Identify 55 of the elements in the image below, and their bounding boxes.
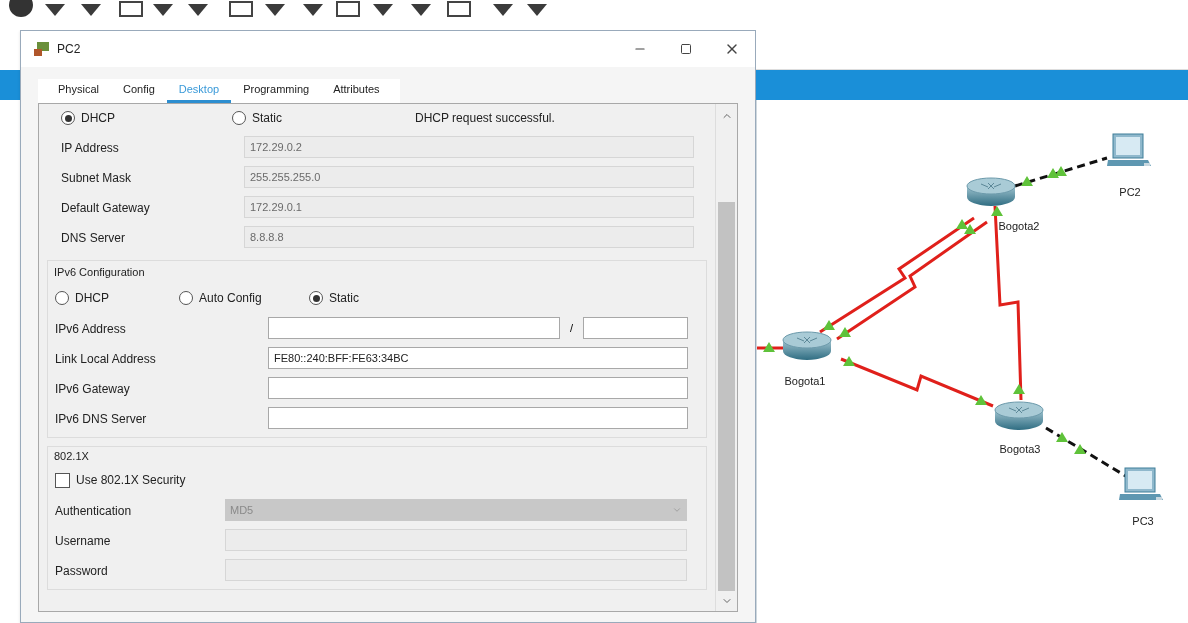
node-label: PC3	[1132, 514, 1154, 529]
field-label: Use 802.1X Security	[76, 472, 186, 489]
field-label: DNS Server	[61, 231, 125, 245]
serial-link	[757, 342, 783, 352]
field-label: Authentication	[55, 504, 132, 518]
caret-icon	[672, 505, 682, 515]
checkbox[interactable]	[55, 472, 70, 488]
node-label: Bogota2	[998, 219, 1040, 234]
tab[interactable]: Config	[110, 79, 167, 103]
input-field[interactable]	[268, 377, 688, 399]
field-label: Static	[329, 290, 359, 307]
field-label: IPv6 Gateway	[55, 382, 130, 396]
input-field[interactable]	[268, 407, 688, 429]
radio-button[interactable]	[309, 291, 323, 305]
field-label: IPv6 Address	[55, 322, 126, 336]
node-label: Bogota1	[784, 374, 826, 389]
field-label: Auto Config	[199, 290, 262, 307]
field-label: DHCP	[81, 110, 115, 127]
window-title: PC2	[57, 41, 81, 58]
node-label: Bogota3	[999, 442, 1041, 457]
field-label: Password	[55, 564, 108, 578]
maximize-icon	[680, 43, 692, 55]
toolbar-icon[interactable]	[118, 0, 144, 18]
radio-button[interactable]	[61, 111, 75, 125]
tab[interactable]: Physical	[46, 79, 111, 103]
input-field[interactable]: FE80::240:BFF:FE63:34BC	[268, 347, 688, 369]
field-label: Subnet Mask	[61, 171, 132, 185]
field-label: DHCP	[75, 290, 109, 307]
prefix-separator: /	[568, 320, 575, 336]
toolbar-icon[interactable]	[335, 0, 361, 18]
field-label: IPv6 DNS Server	[55, 412, 147, 426]
radio-button[interactable]	[179, 291, 193, 305]
field-label: IP Address	[61, 141, 119, 155]
toolbar-icon[interactable]	[446, 0, 472, 18]
input-field[interactable]	[583, 317, 688, 339]
field-label: Default Gateway	[61, 201, 150, 215]
router-icon	[782, 331, 832, 361]
node-label: PC2	[1119, 185, 1141, 200]
field-label: Static	[252, 110, 282, 127]
window-app-icon	[33, 41, 51, 57]
ribbon-bar	[0, 70, 20, 100]
toolbar-icon[interactable]	[228, 0, 254, 18]
field-label: Link Local Address	[55, 352, 156, 366]
router-icon	[994, 401, 1044, 431]
tab[interactable]: Programming	[231, 79, 322, 103]
field-label: Username	[55, 534, 111, 548]
toolbar-icon[interactable]	[8, 0, 34, 18]
group-title: 802.1X	[54, 448, 90, 464]
tab[interactable]: Attributes	[321, 79, 392, 103]
router-icon	[966, 177, 1016, 207]
input-field[interactable]	[268, 317, 560, 339]
radio-button[interactable]	[55, 291, 69, 305]
radio-button[interactable]	[232, 111, 246, 125]
status-text: DHCP request successful.	[415, 110, 555, 127]
group-title: IPv6 Configuration	[54, 264, 146, 280]
